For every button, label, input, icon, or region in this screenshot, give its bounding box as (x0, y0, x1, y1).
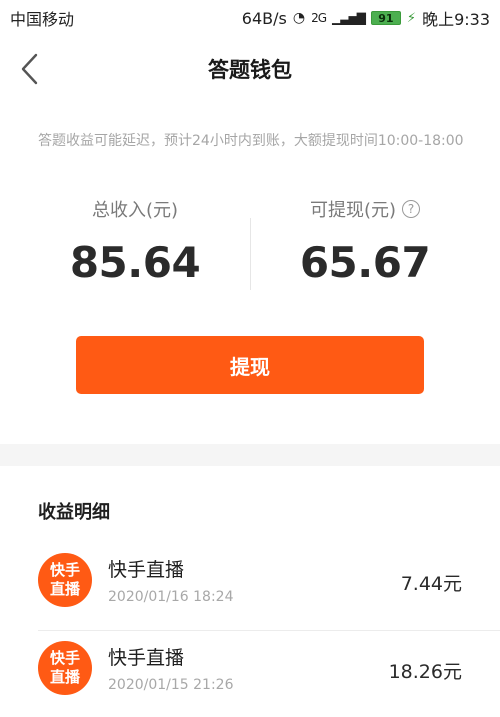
record-amount: 18.26元 (388, 661, 462, 683)
delay-notice: 答题收益可能延迟，预计24小时内到账，大额提现时间10:00-18:00 (38, 133, 464, 149)
withdraw-button[interactable]: 提现 (76, 336, 424, 394)
badge-line-1: 快手 (49, 649, 80, 667)
total-income-label: 总收入(元) (92, 196, 178, 222)
status-indicators: 64B/s ◔ 2G ▁▃▅▇ 91 ⚡ 晚上9:33 (242, 6, 490, 30)
battery-icon: 91 (370, 11, 401, 25)
badge-line-2: 直播 (49, 580, 80, 598)
network-type: 2G (311, 11, 327, 25)
page-title: 答题钱包 (208, 58, 292, 82)
status-bar: 中国移动 64B/s ◔ 2G ▁▃▅▇ 91 ⚡ 晚上9:33 (0, 0, 500, 36)
withdrawable-label-text: 可提现(元) (309, 200, 397, 221)
network-speed: 64B/s (241, 8, 287, 28)
kuaishou-live-icon: 快手 直播 (38, 641, 92, 695)
earnings-summary: 总收入(元) 85.64 可提现(元) ? 65.67 (0, 196, 500, 306)
record-time: 2020/01/15 21:26 (108, 677, 234, 693)
stats-divider (250, 218, 251, 290)
badge-line-1: 快手 (49, 561, 80, 579)
carrier-label: 中国移动 (10, 10, 75, 29)
clock: 晚上9:33 (422, 10, 490, 29)
total-income-stat: 总收入(元) 85.64 (25, 196, 245, 287)
record-source: 快手直播 (108, 559, 185, 581)
total-income-value: 85.64 (69, 238, 201, 287)
total-income-label-text: 总收入(元) (91, 200, 179, 221)
earnings-detail-title: 收益明细 (38, 502, 110, 523)
record-source: 快手直播 (108, 647, 185, 669)
kuaishou-live-icon: 快手 直播 (38, 553, 92, 607)
section-divider (0, 444, 500, 466)
back-button[interactable] (16, 52, 44, 86)
withdrawable-label: 可提现(元) ? (309, 196, 421, 222)
navigation-bar: 答题钱包 (0, 36, 500, 102)
record-amount: 7.44元 (400, 573, 462, 595)
withdrawable-stat: 可提现(元) ? 65.67 (255, 196, 475, 287)
signal-icon: ▁▃▅▇ (332, 11, 366, 25)
withdrawable-value: 65.67 (299, 238, 431, 287)
wifi-icon: ◔ (292, 10, 306, 26)
earnings-record[interactable]: 快手 直播 快手直播 2020/01/16 18:24 7.44元 (0, 545, 500, 629)
charging-icon: ⚡ (406, 10, 417, 26)
battery-level: 91 (378, 11, 394, 25)
record-time: 2020/01/16 18:24 (108, 589, 234, 605)
badge-line-2: 直播 (49, 668, 80, 686)
question-circle-icon[interactable]: ? (402, 200, 421, 218)
chevron-left-icon (21, 53, 38, 85)
earnings-record[interactable]: 快手 直播 快手直播 2020/01/15 21:26 18.26元 (0, 633, 500, 717)
record-separator (38, 630, 500, 631)
